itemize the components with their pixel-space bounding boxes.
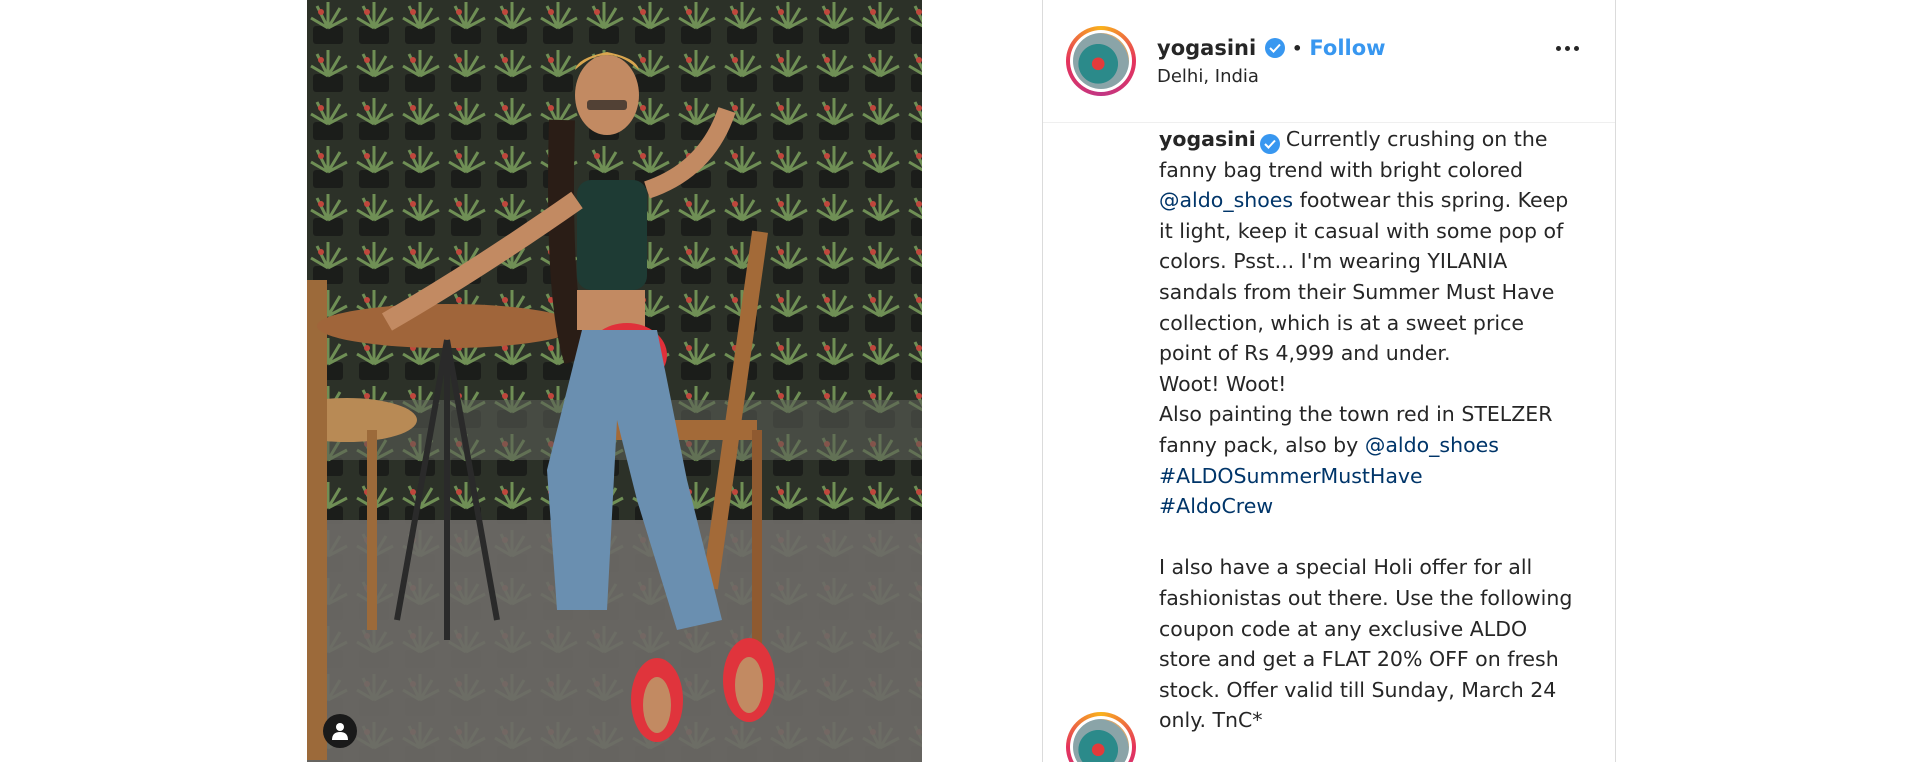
- separator-dot: •: [1292, 38, 1303, 58]
- post-caption: yogasini Currently crushing on the fanny …: [1159, 124, 1579, 736]
- username-row: yogasini • Follow: [1157, 34, 1386, 62]
- post-photo[interactable]: [307, 0, 922, 762]
- checkmark-icon: [1264, 139, 1276, 149]
- post-header: yogasini • Follow Delhi, India: [1043, 0, 1615, 123]
- caption-paragraph-2: Also painting the town red in STELZER fa…: [1159, 399, 1579, 460]
- avatar-image: [1073, 33, 1129, 89]
- caption-username[interactable]: yogasini: [1159, 127, 1256, 151]
- hashtag-link[interactable]: #ALDOSummerMustHave: [1159, 464, 1423, 488]
- caption-line: Woot! Woot!: [1159, 371, 1287, 396]
- caption-text: footwear this spring. Keep it light, kee…: [1159, 188, 1569, 366]
- mention-link[interactable]: @aldo_shoes: [1159, 188, 1293, 212]
- post-photo-illustration: [307, 0, 922, 762]
- avatar[interactable]: [1066, 26, 1136, 96]
- mention-link[interactable]: @aldo_shoes: [1365, 433, 1499, 457]
- more-options-icon[interactable]: [1556, 46, 1579, 51]
- user-tag-icon: [332, 723, 348, 740]
- user-tag-button[interactable]: [323, 714, 357, 748]
- username-link[interactable]: yogasini: [1157, 36, 1256, 60]
- caption-paragraph-3: I also have a special Holi offer for all…: [1159, 555, 1573, 733]
- verified-badge-icon: [1259, 134, 1280, 154]
- verified-badge-icon: [1265, 38, 1286, 58]
- checkmark-icon: [1269, 43, 1281, 53]
- more-dot: [1556, 46, 1561, 51]
- hashtag-line: #ALDOSummerMustHave: [1159, 461, 1579, 492]
- hashtag-link[interactable]: #AldoCrew: [1159, 494, 1273, 518]
- caption-paragraph-1: yogasini Currently crushing on the fanny …: [1159, 124, 1579, 369]
- comment-avatar[interactable]: [1066, 712, 1136, 762]
- location-link[interactable]: Delhi, India: [1157, 66, 1259, 87]
- post-side-panel: yogasini • Follow Delhi, India yogasini C…: [1042, 0, 1616, 762]
- follow-button[interactable]: Follow: [1309, 36, 1385, 60]
- more-dot: [1565, 46, 1570, 51]
- more-dot: [1574, 46, 1579, 51]
- hashtag-line: #AldoCrew: [1159, 491, 1579, 522]
